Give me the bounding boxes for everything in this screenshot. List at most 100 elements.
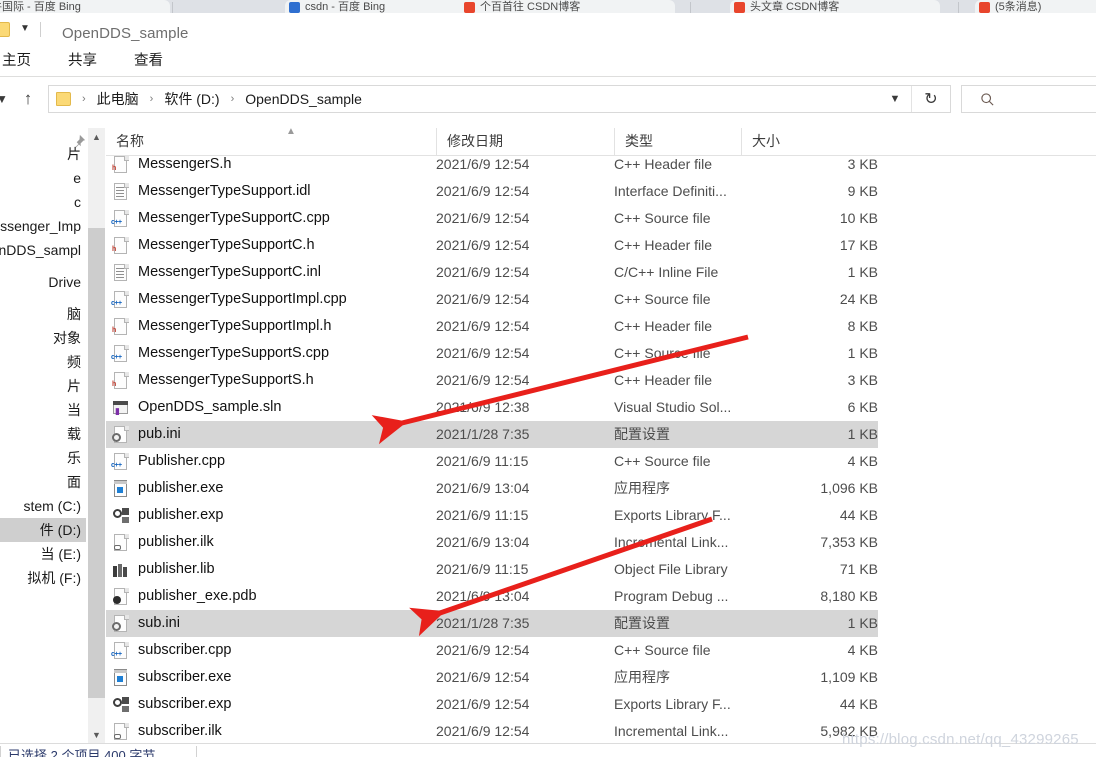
status-divider	[0, 746, 1, 757]
breadcrumb-this-pc[interactable]: 此电脑	[97, 89, 139, 109]
file-date-cell: 2021/6/9 12:54	[436, 696, 530, 712]
address-bar[interactable]: › 此电脑 › 软件 (D:) › OpenDDS_sample ▼ ↻	[48, 85, 951, 113]
nav-item[interactable]: 当	[0, 398, 86, 422]
file-size-cell: 71 KB	[839, 561, 878, 577]
search-input[interactable]	[961, 85, 1096, 113]
file-name-cell: MessengerTypeSupportC.cpp	[138, 210, 330, 226]
file-name-cell: Publisher.cpp	[138, 453, 226, 469]
browser-tab-1[interactable]: csdn - 百度 Bing	[285, 0, 480, 13]
table-row[interactable]: pub.ini 2021/1/28 7:35 配置设置 1 KB	[106, 421, 878, 448]
nav-item[interactable]: essenger_Imp	[0, 214, 86, 238]
file-date-cell: 2021/6/9 12:54	[436, 237, 530, 253]
file-explorer-window: 软件国际 - 百度 Bing csdn - 百度 Bing 个百首往 CSDN博…	[0, 0, 1096, 757]
navigation-pane-scrollbar[interactable]: ▲ ▼	[88, 128, 105, 743]
nav-item[interactable]: Drive	[0, 270, 86, 294]
table-row[interactable]: sub.ini 2021/1/28 7:35 配置设置 1 KB	[106, 610, 878, 637]
table-row[interactable]: subscriber.ilk 2021/6/9 12:54 Incremental …	[106, 718, 878, 743]
nav-item[interactable]: 面	[0, 470, 86, 494]
file-type-cell: Interface Definiti...	[614, 183, 727, 199]
arrow-up-icon[interactable]: ↑	[16, 87, 40, 111]
file-type-cell: C++ Header file	[614, 372, 713, 388]
table-row[interactable]: h MessengerTypeSupportS.h 2021/6/9 12:54 C+…	[106, 367, 878, 394]
nav-item[interactable]: 脑	[0, 302, 86, 326]
table-row[interactable]: ▮ OpenDDS_sample.sln 2021/6/9 12:38 Visual …	[106, 394, 878, 421]
tab-home[interactable]: 主页	[2, 48, 31, 74]
breadcrumb-separator: ›	[82, 93, 86, 105]
nav-item[interactable]: 当 (E:)	[0, 542, 86, 566]
nav-item[interactable]: 片	[0, 374, 86, 398]
table-row[interactable]: publisher.exe 2021/6/9 13:04 应用程序 1,096 KB	[106, 475, 878, 502]
breadcrumb-drive-d[interactable]: 软件 (D:)	[164, 89, 219, 109]
nav-item[interactable]: stem (C:)	[0, 494, 86, 518]
file-list[interactable]: 名称 ▲ 修改日期 类型 大小 h MessengerS.h 2021/6/9 12…	[106, 128, 1096, 743]
file-type-cell: Object File Library	[614, 561, 728, 577]
table-row[interactable]: h MessengerTypeSupportImpl.h 2021/6/9 12:5…	[106, 313, 878, 340]
table-row[interactable]: MessengerTypeSupport.idl 2021/6/9 12:54 In…	[106, 178, 878, 205]
file-date-cell: 2021/6/9 12:54	[436, 183, 530, 199]
tab-view[interactable]: 查看	[134, 48, 163, 74]
table-row[interactable]: c++ Publisher.cpp 2021/6/9 11:15 C++ Source…	[106, 448, 878, 475]
file-type-cell: C++ Source file	[614, 453, 711, 469]
table-row[interactable]: h MessengerS.h 2021/6/9 12:54 C++ Header fi…	[106, 151, 878, 178]
chevron-down-icon[interactable]: ▼	[0, 87, 14, 111]
file-name-cell: publisher.ilk	[138, 534, 214, 550]
nav-item[interactable]: e	[0, 166, 86, 190]
nav-item[interactable]: 频	[0, 350, 86, 374]
file-date-cell: 2021/6/9 13:04	[436, 588, 530, 604]
table-row[interactable]: subscriber.exe 2021/6/9 12:54 应用程序 1,109 KB	[106, 664, 878, 691]
nav-item[interactable]: 拟机 (F:)	[0, 566, 86, 590]
table-row[interactable]: publisher_exe.pdb 2021/6/9 13:04 Program D…	[106, 583, 878, 610]
file-name-cell: MessengerTypeSupport.idl	[138, 183, 311, 199]
nav-item[interactable]: 对象	[0, 326, 86, 350]
browser-tab-label: csdn - 百度 Bing	[305, 1, 386, 13]
browser-tab-2[interactable]: 个百首往 CSDN博客	[460, 0, 675, 13]
file-name-cell: sub.ini	[138, 615, 180, 631]
table-row[interactable]: subscriber.exp 2021/6/9 12:54 Exports Libr…	[106, 691, 878, 718]
chevron-down-icon[interactable]: ▼	[880, 86, 910, 112]
file-size-cell: 6 KB	[847, 399, 878, 415]
folder-icon	[56, 92, 71, 106]
nav-item[interactable]: 件 (D:)	[0, 518, 86, 542]
file-type-cell: C++ Source file	[614, 345, 711, 361]
chevron-up-icon[interactable]: ▲	[88, 128, 105, 145]
table-row[interactable]: publisher.exp 2021/6/9 11:15 Exports Libra…	[106, 502, 878, 529]
folder-icon	[0, 21, 10, 37]
nav-item[interactable]: 载	[0, 422, 86, 446]
table-row[interactable]: c++ MessengerTypeSupportS.cpp 2021/6/9 12:…	[106, 340, 878, 367]
table-row[interactable]: publisher.lib 2021/6/9 11:15 Object File L…	[106, 556, 878, 583]
navigation-pane[interactable]: 片ecessenger_ImpenDDS_samplDrive脑对象频片当载乐面…	[0, 128, 86, 743]
browser-tab-3[interactable]: 头文章 CSDN博客	[730, 0, 940, 13]
quick-access-toolbar[interactable]: ▼	[0, 19, 41, 39]
search-icon	[981, 92, 994, 106]
status-text: 已选择 2 个项目 400 字节	[8, 748, 156, 757]
chevron-down-icon[interactable]: ▼	[88, 726, 105, 743]
refresh-icon[interactable]: ↻	[911, 86, 950, 112]
chevron-down-icon[interactable]: ▼	[20, 24, 30, 34]
nav-item[interactable]: c	[0, 190, 86, 214]
table-row[interactable]: publisher.ilk 2021/6/9 13:04 Incremental L…	[106, 529, 878, 556]
table-row[interactable]: c++ MessengerTypeSupportImpl.cpp 2021/6/9 …	[106, 286, 878, 313]
tab-share[interactable]: 共享	[68, 48, 97, 74]
table-row[interactable]: h MessengerTypeSupportC.h 2021/6/9 12:54 C+…	[106, 232, 878, 259]
nav-item-label: 拟机 (F:)	[27, 570, 81, 586]
scrollbar-thumb[interactable]	[88, 228, 105, 698]
breadcrumb-current-folder[interactable]: OpenDDS_sample	[245, 91, 362, 107]
file-date-cell: 2021/6/9 12:54	[436, 264, 530, 280]
table-row[interactable]: c++ MessengerTypeSupportC.cpp 2021/6/9 12:…	[106, 205, 878, 232]
nav-item[interactable]: enDDS_sampl	[0, 238, 86, 262]
nav-item[interactable]: 乐	[0, 446, 86, 470]
file-rows: h MessengerS.h 2021/6/9 12:54 C++ Header fi…	[106, 151, 1096, 743]
nav-item-label: 载	[67, 426, 81, 442]
file-size-cell: 17 KB	[839, 237, 878, 253]
nav-item[interactable]: 片	[0, 142, 86, 166]
file-name-cell: OpenDDS_sample.sln	[138, 399, 282, 415]
title-bar: ▼ OpenDDS_sample	[0, 13, 1096, 46]
browser-tab-label: 个百首往 CSDN博客	[480, 1, 581, 13]
table-row[interactable]: MessengerTypeSupportC.inl 2021/6/9 12:54 C…	[106, 259, 878, 286]
breadcrumb-separator: ›	[149, 93, 154, 105]
file-size-cell: 1 KB	[847, 345, 878, 361]
table-row[interactable]: c++ subscriber.cpp 2021/6/9 12:54 C++ Sourc…	[106, 637, 878, 664]
browser-tab-0[interactable]: 软件国际 - 百度 Bing	[0, 0, 170, 13]
file-size-cell: 44 KB	[839, 696, 878, 712]
browser-tab-4[interactable]: (5条消息)	[975, 0, 1096, 13]
